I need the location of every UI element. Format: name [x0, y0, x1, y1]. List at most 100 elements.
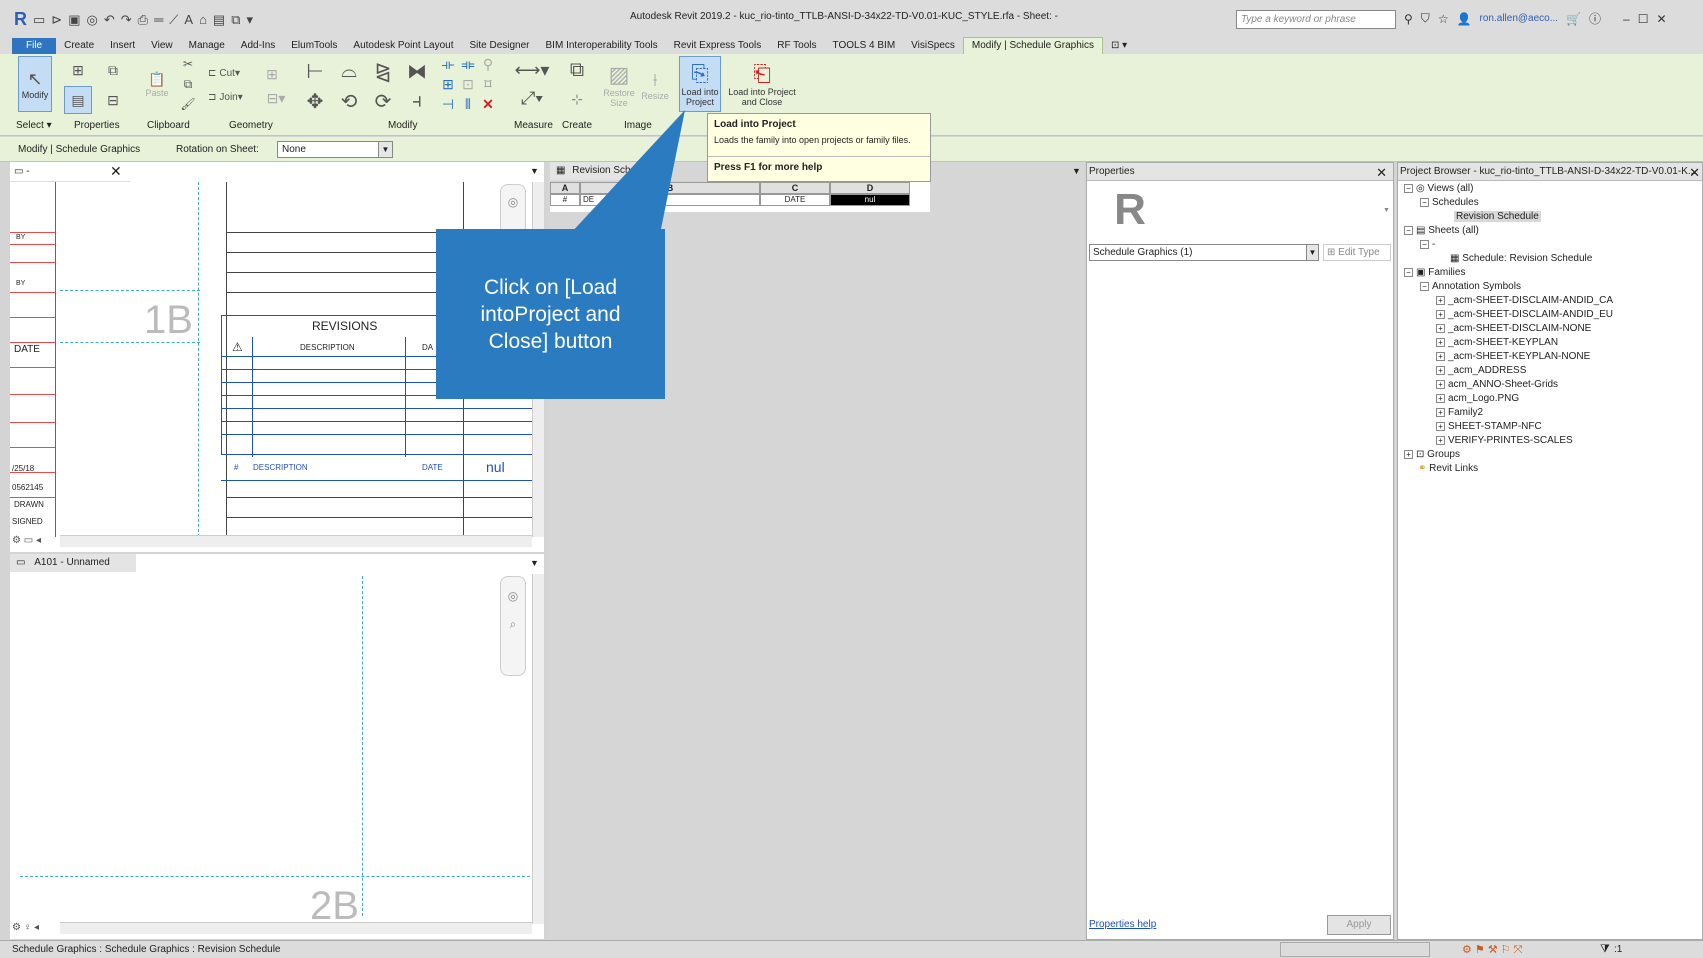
tab-bim-interoperability[interactable]: BIM Interoperability Tools	[538, 38, 666, 54]
unpin-icon[interactable]: ⌑	[480, 76, 496, 92]
group-select[interactable]: Select ▾	[16, 120, 52, 131]
dimension-icon[interactable]: ⟋	[169, 12, 178, 28]
move-icon[interactable]: ✥	[302, 88, 328, 114]
cut-icon[interactable]: ✂	[180, 56, 196, 72]
cell-d1[interactable]: nul	[830, 194, 910, 206]
col-header-d[interactable]: D	[830, 182, 910, 194]
tree-revit-links[interactable]: ⚭ Revit Links	[1418, 463, 1478, 474]
view-control-icons[interactable]: ⚙ ▭ ◂	[12, 535, 41, 546]
tree-sheet-dash[interactable]: − -	[1420, 239, 1435, 250]
search-input[interactable]: Type a keyword or phrase	[1236, 10, 1396, 29]
trim-corner-icon[interactable]: ⊣	[440, 96, 456, 112]
tab-site-designer[interactable]: Site Designer	[461, 38, 537, 54]
family-types-icon[interactable]: ⧉	[98, 56, 128, 84]
3d-view-icon[interactable]: ⌂	[199, 12, 207, 27]
cut-geometry-button[interactable]: ⊏ Cut ▾	[208, 66, 258, 80]
pin-icon[interactable]: ⚲	[480, 56, 496, 72]
close-view-icon[interactable]: ✕	[110, 163, 122, 180]
close-button[interactable]: ✕	[1656, 12, 1666, 26]
type-properties-icon[interactable]: ⊞	[64, 56, 92, 84]
edit-type-button[interactable]: ⊞ Edit Type	[1323, 244, 1391, 261]
tab-manage[interactable]: Manage	[181, 38, 233, 54]
nav-wheel-icon[interactable]: ◎ ⌕	[500, 576, 526, 676]
measure-icon[interactable]: ═	[154, 12, 163, 27]
tab-panel-options-icon[interactable]: ⊡ ▾	[1103, 38, 1135, 54]
create-similar-icon[interactable]: ⧉	[562, 56, 592, 84]
subscription-icon[interactable]: ⛉	[1421, 11, 1430, 26]
properties-icon[interactable]: ▤	[64, 86, 92, 114]
tab-rf-tools[interactable]: RF Tools	[769, 38, 824, 54]
modify-button[interactable]: ↖ Modify	[18, 56, 52, 112]
panel-menu-icon[interactable]: ▼	[530, 558, 539, 568]
print-icon[interactable]: ⎙	[138, 12, 148, 28]
tree-groups[interactable]: + ⊡ Groups	[1404, 449, 1460, 460]
star-icon[interactable]: ☆	[1438, 12, 1449, 26]
load-into-project-button[interactable]: ⎘ Load into Project	[679, 56, 721, 112]
schedule-nul[interactable]: nul	[486, 459, 505, 475]
rotation-select[interactable]: None ▼	[277, 141, 393, 158]
chevron-down-icon[interactable]: ▼	[378, 142, 392, 157]
filter-icon[interactable]: ⧩	[1600, 943, 1610, 956]
mirror-draw-icon[interactable]: ⧓	[404, 58, 430, 84]
join-geometry-button[interactable]: ⊐ Join ▾	[208, 90, 258, 104]
paste-button[interactable]: 📋 Paste	[144, 56, 170, 112]
open-icon[interactable]: ▭	[33, 12, 45, 28]
horizontal-scrollbar[interactable]	[60, 535, 532, 547]
redo-icon[interactable]: ↷	[121, 12, 132, 28]
split-face-icon[interactable]: ⊟▾	[264, 90, 288, 106]
binoculars-icon[interactable]: ⚲	[1404, 12, 1413, 26]
tree-sheets-all[interactable]: − ▤ Sheets (all)	[1404, 225, 1479, 236]
tree-symbol[interactable]: + _acm-SHEET-DISCLAIM-ANDID_CA	[1436, 295, 1613, 306]
delete-icon[interactable]: ✕	[480, 96, 496, 112]
tree-symbol[interactable]: + _acm_ADDRESS	[1436, 365, 1526, 376]
type-selector[interactable]: Schedule Graphics (1) ▼	[1089, 244, 1319, 261]
view-control-icons[interactable]: ⚙ ♀ ◂	[12, 922, 39, 933]
project-browser[interactable]: Project Browser - kuc_rio-tinto_TTLB-ANS…	[1397, 162, 1703, 940]
user-name[interactable]: ron.allen@aeco...	[1480, 13, 1559, 24]
sheet-view-bottom[interactable]: ▭ A101 - Unnamed ▼ 2B ◎ ⌕ ⚙ ♀ ◂	[10, 554, 544, 939]
tab-view[interactable]: View	[143, 38, 181, 54]
split-gap-icon[interactable]: ⟚	[460, 56, 476, 72]
chevron-down-icon[interactable]: ▼	[1383, 207, 1390, 214]
close-icon[interactable]: ✕	[1376, 165, 1387, 181]
tab-create[interactable]: Create	[56, 38, 102, 54]
tree-annotation-symbols[interactable]: − Annotation Symbols	[1420, 281, 1521, 292]
copy-icon[interactable]: ⧉	[180, 76, 196, 92]
tree-symbol[interactable]: + acm_ANNO-Sheet-Grids	[1436, 379, 1558, 390]
view-tab[interactable]: ▭ - ✕	[10, 162, 130, 182]
chevron-down-icon[interactable]: ▼	[1306, 245, 1318, 260]
tab-revit-express-tools[interactable]: Revit Express Tools	[666, 38, 770, 54]
tree-symbol[interactable]: + VERIFY-PRINTES-SCALES	[1436, 435, 1573, 446]
array-icon[interactable]: ⊞	[440, 76, 456, 92]
resize-button[interactable]: ⟊ Resize	[640, 58, 670, 112]
folder-icon[interactable]: ⊳	[51, 12, 62, 28]
text-icon[interactable]: A	[184, 12, 193, 27]
tab-elumtools[interactable]: ElumTools	[283, 38, 345, 54]
trim-multiple-icon[interactable]: ⫴	[460, 96, 476, 112]
horizontal-scrollbar[interactable]	[60, 922, 532, 934]
panel-menu-icon[interactable]: ▼	[530, 166, 539, 176]
tree-symbol[interactable]: + _acm-SHEET-DISCLAIM-NONE	[1436, 323, 1591, 334]
tree-symbol[interactable]: + acm_Logo.PNG	[1436, 393, 1519, 404]
tree-symbol[interactable]: + Family2	[1436, 407, 1483, 418]
tab-insert[interactable]: Insert	[102, 38, 143, 54]
scale-icon[interactable]: ⊡	[460, 76, 476, 92]
tree-views-all[interactable]: − ◎ Views (all)	[1404, 183, 1473, 194]
revit-logo-icon[interactable]: R	[14, 9, 27, 30]
view-tab-a101[interactable]: ▭ A101 - Unnamed	[10, 554, 136, 572]
rotate-icon[interactable]: ⟳	[370, 88, 396, 114]
tree-symbol[interactable]: + _acm-SHEET-KEYPLAN	[1436, 337, 1558, 348]
tab-tools-4-bim[interactable]: TOOLS 4 BIM	[825, 38, 904, 54]
tree-symbol[interactable]: + SHEET-STAMP-NFC	[1436, 421, 1542, 432]
tree-revision-schedule[interactable]: Revision Schedule	[1454, 211, 1541, 222]
copy-element-icon[interactable]: ⟲	[336, 88, 362, 114]
split-element-icon[interactable]: ⟛	[440, 56, 456, 72]
tab-visispecs[interactable]: VisiSpecs	[903, 38, 963, 54]
load-into-project-close-button[interactable]: ⎗ Load into Project and Close	[724, 56, 800, 112]
col-header-c[interactable]: C	[760, 182, 830, 194]
undo-icon[interactable]: ↶	[104, 12, 115, 28]
tab-modify-schedule-graphics[interactable]: Modify | Schedule Graphics	[962, 37, 1103, 54]
user-icon[interactable]: 👤	[1457, 12, 1472, 26]
maximize-button[interactable]: ☐	[1638, 12, 1649, 26]
customize-qat-icon[interactable]: ▾	[247, 12, 254, 28]
